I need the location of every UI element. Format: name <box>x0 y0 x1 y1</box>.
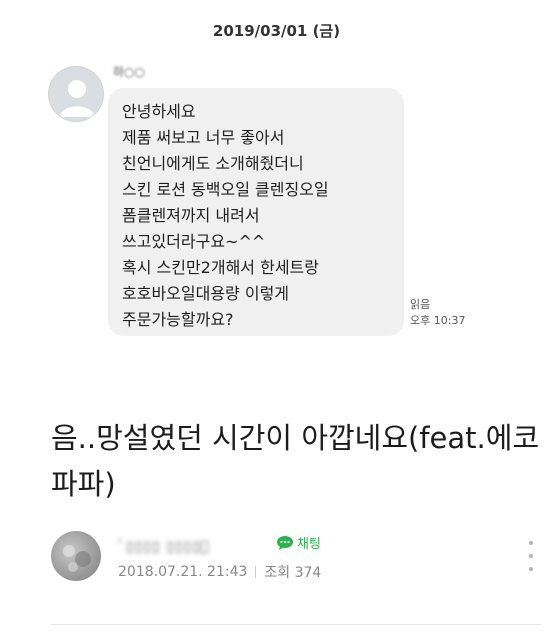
message-line: 친언니에게도 소개해줬더니 <box>122 154 304 173</box>
more-dot <box>529 541 533 545</box>
message-line: 안녕하세요 <box>122 102 196 121</box>
bottom-divider <box>51 624 541 625</box>
sender-avatar-icon[interactable] <box>48 66 104 122</box>
message-line: 호호바오일대용량 이렇게 <box>122 284 290 303</box>
speech-bubble-icon <box>277 535 293 550</box>
chat-date-header: 2019/03/01 (금) <box>212 22 341 40</box>
author-avatar[interactable] <box>51 531 101 581</box>
message-line: 스킨 로션 동백오일 클렌징오일 <box>122 180 329 199</box>
sender-name: 하○○ <box>113 65 145 79</box>
read-label: 읽음 <box>410 298 431 311</box>
chat-button[interactable]: 채팅 <box>276 533 321 552</box>
read-status: 읽음 오후 10:37 <box>410 297 465 329</box>
post-title: 음..망설였던 시간이 아깝네요(feat.에코파파) <box>51 421 540 501</box>
post-date: 2018.07.21. 21:43 <box>118 564 248 580</box>
message-line: 혹시 스킨만2개해서 한세트랑 <box>122 258 319 277</box>
message-line: 주문가능할까요? <box>122 310 234 329</box>
more-dot <box>529 554 533 558</box>
message-time: 오후 10:37 <box>410 314 466 327</box>
vertical-dots-icon[interactable] <box>523 541 539 571</box>
post-views: 조회 374 <box>264 565 322 581</box>
message-line: 폼클렌져까지 내려서 <box>122 206 260 225</box>
meta-divider <box>255 566 257 578</box>
chat-label: 채팅 <box>297 537 321 552</box>
post-meta: 2018.07.21. 21:43 조회 374 <box>118 562 321 582</box>
message-line: 제품 써보고 너무 좋아서 <box>122 128 285 147</box>
message-bubble: 안녕하세요 제품 써보고 너무 좋아서 친언니에게도 소개해줬더니 스킨 로션 … <box>108 88 404 336</box>
more-dot <box>529 567 533 571</box>
message-line: 쓰고있더라구요~^^ <box>122 232 266 251</box>
author-name[interactable]: ﾟ▯▯▯▯ ▯▯▯▯ﾟ <box>118 536 209 556</box>
